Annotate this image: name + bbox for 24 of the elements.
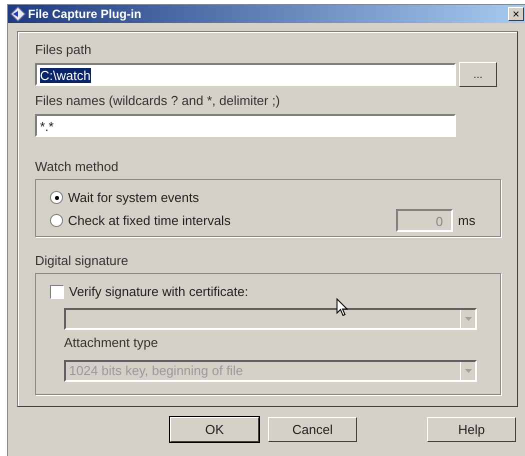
dialog-button[interactable]: Cancel <box>268 417 357 442</box>
checkbox[interactable] <box>50 284 64 298</box>
close-button[interactable]: × <box>508 7 524 21</box>
path-field[interactable]: C:\watch <box>35 63 456 86</box>
window-title: File Capture Plug-in <box>28 7 142 21</box>
field-label: Attachment type <box>64 335 159 351</box>
section-label: Digital signature <box>35 253 130 269</box>
section-label: Watch method <box>35 159 120 175</box>
caret-icon <box>464 369 472 373</box>
option-label: Wait for system events <box>68 190 199 205</box>
unit-label: ms <box>458 213 476 228</box>
radio-button[interactable] <box>50 214 63 227</box>
browse-button[interactable]: ... <box>459 62 497 87</box>
caret-icon <box>464 317 472 321</box>
diamond-icon <box>10 6 26 22</box>
option-label: Check at fixed time intervals <box>68 213 231 228</box>
field-label: Files names (wildcards ? and *, delimiter ;) <box>35 93 281 109</box>
radio-button[interactable] <box>50 191 63 204</box>
dialog-button[interactable]: OK <box>170 417 259 442</box>
file-names-field[interactable]: *.* <box>35 114 456 137</box>
field-label: Files path <box>35 42 92 58</box>
dialog-button[interactable]: Help <box>427 417 516 442</box>
mouse-pointer-icon <box>336 298 348 317</box>
option-label: Verify signature with certificate: <box>69 284 248 299</box>
